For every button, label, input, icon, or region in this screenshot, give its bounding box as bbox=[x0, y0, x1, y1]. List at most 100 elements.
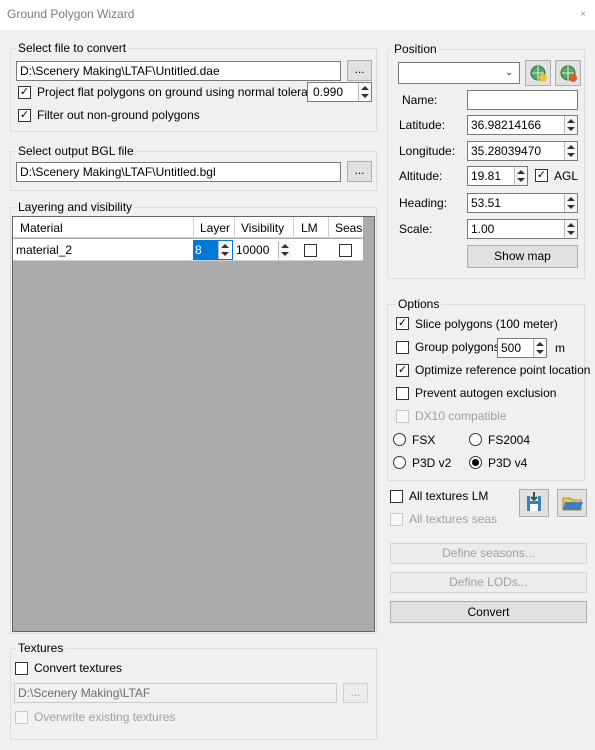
window-title: Ground Polygon Wizard bbox=[7, 7, 135, 21]
name-input[interactable] bbox=[467, 90, 578, 110]
remove-location-button[interactable] bbox=[555, 60, 581, 86]
altitude-label: Altitude: bbox=[399, 169, 443, 183]
col-divider bbox=[234, 217, 235, 238]
agl-checkbox[interactable]: ✓ bbox=[535, 169, 548, 182]
options-group-label: Options bbox=[396, 297, 442, 311]
col-material[interactable]: Material bbox=[20, 221, 63, 235]
col-lm[interactable]: LM bbox=[301, 221, 318, 235]
tolerance-spinner[interactable] bbox=[358, 83, 371, 101]
folder-open-icon bbox=[562, 497, 583, 511]
overwrite-textures-label: Overwrite existing textures bbox=[34, 710, 176, 724]
fsx-radio[interactable] bbox=[393, 433, 406, 446]
group-size-unit: m bbox=[555, 341, 565, 355]
col-layer[interactable]: Layer bbox=[200, 221, 230, 235]
convert-button[interactable]: Convert bbox=[390, 601, 587, 623]
altitude-spinner[interactable] bbox=[514, 167, 527, 185]
layer-spinner[interactable] bbox=[218, 241, 231, 259]
all-textures-seas-label: All textures seas bbox=[409, 512, 498, 526]
scale-label: Scale: bbox=[399, 222, 433, 236]
col-divider bbox=[193, 217, 194, 238]
check-icon: ✓ bbox=[19, 109, 30, 121]
add-location-button[interactable] bbox=[525, 60, 551, 86]
convert-textures-label: Convert textures bbox=[34, 661, 123, 675]
heading-input[interactable]: 53.51 bbox=[467, 193, 578, 213]
convert-file-group-label: Select file to convert bbox=[16, 41, 129, 55]
layering-group-label: Layering and visibility bbox=[16, 200, 135, 214]
optimize-label: Optimize reference point location bbox=[415, 363, 591, 377]
group-polygons-label: Group polygons bbox=[415, 340, 500, 354]
slice-polygons-checkbox[interactable]: ✓ bbox=[396, 317, 409, 330]
filter-label: Filter out non-ground polygons bbox=[37, 108, 200, 122]
project-flat-label: Project flat polygons on ground using no… bbox=[37, 85, 331, 99]
globe-add-icon bbox=[530, 65, 547, 82]
longitude-label: Longitude: bbox=[399, 144, 456, 158]
col-seas[interactable]: Seas bbox=[335, 221, 362, 235]
longitude-input[interactable]: 35.28039470 bbox=[467, 141, 578, 161]
lm-checkbox[interactable] bbox=[304, 244, 317, 257]
define-seasons-button[interactable]: Define seasons... bbox=[390, 543, 587, 564]
heading-spinner[interactable] bbox=[564, 194, 577, 212]
all-textures-lm-checkbox[interactable] bbox=[390, 490, 403, 503]
p3dv2-radio[interactable] bbox=[393, 456, 406, 469]
longitude-spinner[interactable] bbox=[564, 142, 577, 160]
col-divider bbox=[293, 217, 294, 238]
textures-browse-button[interactable]: ... bbox=[343, 683, 368, 703]
fs2004-label: FS2004 bbox=[488, 433, 531, 447]
check-icon: ✓ bbox=[19, 86, 30, 98]
overwrite-textures-checkbox[interactable] bbox=[15, 711, 28, 724]
textures-path[interactable]: D:\Scenery Making\LTAF bbox=[14, 683, 337, 703]
p3dv2-label: P3D v2 bbox=[412, 456, 452, 470]
save-settings-button[interactable] bbox=[519, 489, 549, 517]
output-file-browse-button[interactable]: ... bbox=[347, 161, 372, 182]
textures-group-label: Textures bbox=[16, 641, 66, 655]
close-icon[interactable]: × bbox=[575, 7, 591, 23]
project-flat-checkbox[interactable]: ✓ bbox=[18, 86, 31, 99]
visibility-spinner[interactable] bbox=[278, 241, 291, 259]
dx10-checkbox[interactable] bbox=[396, 410, 409, 423]
p3dv4-label: P3D v4 bbox=[488, 456, 528, 470]
visibility-value[interactable]: 10000 bbox=[236, 243, 269, 257]
all-textures-lm-label: All textures LM bbox=[409, 489, 489, 503]
define-lods-button[interactable]: Define LODs... bbox=[390, 572, 587, 593]
material-name-cell: material_2 bbox=[16, 243, 73, 257]
material-grid[interactable] bbox=[12, 216, 375, 632]
p3dv4-radio[interactable] bbox=[469, 456, 482, 469]
convert-file-browse-button[interactable]: ... bbox=[347, 60, 372, 81]
group-polygons-checkbox[interactable] bbox=[396, 341, 409, 354]
dx10-label: DX10 compatible bbox=[415, 409, 507, 423]
convert-textures-checkbox[interactable] bbox=[15, 662, 28, 675]
scale-input[interactable]: 1.00 bbox=[467, 219, 578, 239]
scale-spinner[interactable] bbox=[564, 220, 577, 238]
name-label: Name: bbox=[402, 93, 438, 107]
open-settings-button[interactable] bbox=[557, 489, 587, 517]
output-file-path[interactable]: D:\Scenery Making\LTAF\Untitled.bgl bbox=[16, 162, 341, 182]
output-file-group-label: Select output BGL file bbox=[16, 144, 136, 158]
check-icon: ✓ bbox=[397, 364, 408, 376]
layer-value[interactable]: 8 bbox=[194, 241, 218, 259]
prevent-autogen-label: Prevent autogen exclusion bbox=[415, 386, 557, 400]
col-divider bbox=[328, 217, 329, 238]
convert-file-path[interactable]: D:\Scenery Making\LTAF\Untitled.dae bbox=[16, 61, 341, 81]
optimize-checkbox[interactable]: ✓ bbox=[396, 364, 409, 377]
col-visibility[interactable]: Visibility bbox=[241, 221, 284, 235]
all-textures-seas-checkbox[interactable] bbox=[390, 513, 403, 526]
prevent-autogen-checkbox[interactable] bbox=[396, 387, 409, 400]
filter-checkbox[interactable]: ✓ bbox=[18, 109, 31, 122]
latitude-spinner[interactable] bbox=[564, 116, 577, 134]
save-arrow-icon bbox=[527, 492, 541, 511]
chevron-down-icon: ⌄ bbox=[505, 67, 514, 78]
fsx-label: FSX bbox=[412, 433, 436, 447]
seas-checkbox[interactable] bbox=[339, 244, 352, 257]
heading-label: Heading: bbox=[399, 196, 448, 210]
group-size-spinner[interactable] bbox=[533, 339, 546, 357]
agl-label: AGL bbox=[554, 169, 579, 183]
globe-remove-icon bbox=[560, 65, 577, 82]
latitude-label: Latitude: bbox=[399, 118, 446, 132]
check-icon: ✓ bbox=[536, 169, 547, 181]
latitude-input[interactable]: 36.98214166 bbox=[467, 115, 578, 135]
location-dropdown[interactable] bbox=[398, 62, 520, 84]
check-icon: ✓ bbox=[397, 317, 408, 329]
show-map-button[interactable]: Show map bbox=[467, 245, 578, 268]
fs2004-radio[interactable] bbox=[469, 433, 482, 446]
position-group-label: Position bbox=[392, 42, 439, 56]
